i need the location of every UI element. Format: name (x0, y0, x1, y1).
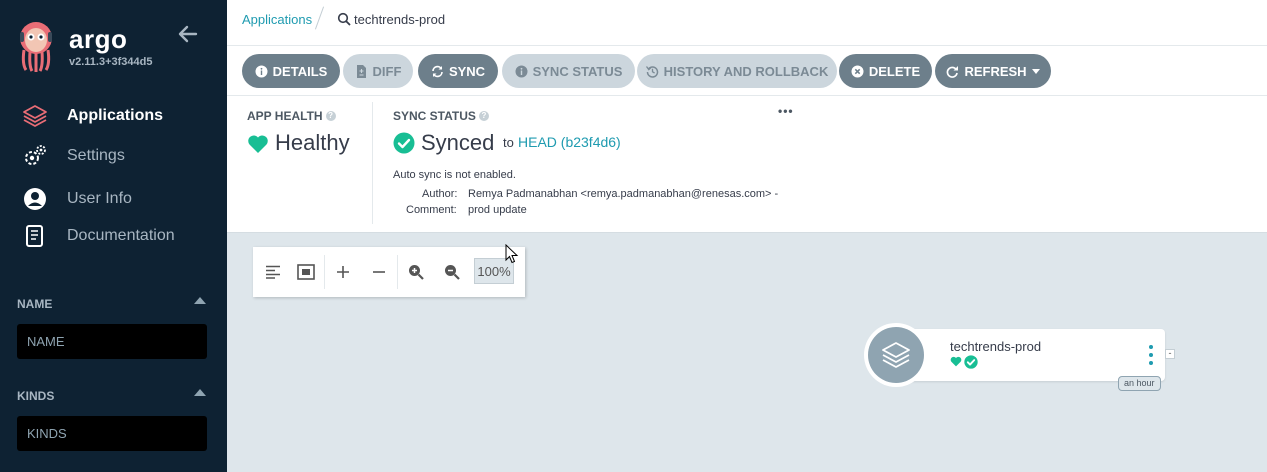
sidebar-item-applications[interactable]: Applications (0, 99, 227, 133)
details-button[interactable]: DETAILS (242, 54, 340, 88)
sync-status-button[interactable]: SYNC STATUS (502, 54, 635, 88)
times-circle-icon (851, 65, 864, 78)
zoom-out-icon[interactable] (440, 260, 464, 284)
gears-icon (22, 143, 48, 169)
layers-icon (22, 103, 48, 129)
mouse-cursor-icon (505, 244, 519, 264)
auto-sync-text: Auto sync is not enabled. (393, 169, 516, 181)
expand-plus-icon[interactable] (331, 260, 355, 284)
sync-button[interactable]: SYNC (418, 54, 498, 88)
sidebar-item-label: Documentation (67, 227, 175, 244)
revision-link[interactable]: HEAD (b23f4d6) (518, 134, 621, 150)
arrow-left-icon[interactable] (176, 22, 200, 46)
sync-status-label: SYNC STATUS ? (393, 109, 489, 123)
redo-icon (946, 65, 959, 78)
filter-kinds-label: KINDS (17, 389, 55, 403)
caret-down-icon (1031, 68, 1040, 74)
breadcrumb-separator (314, 6, 325, 30)
fit-to-screen-icon[interactable] (294, 260, 318, 284)
info-icon (255, 65, 268, 78)
sync-button-label: SYNC (448, 63, 486, 79)
check-circle-icon (964, 355, 978, 369)
layers-icon (868, 327, 924, 383)
status-divider (372, 102, 373, 224)
delete-button[interactable]: DELETE (839, 54, 932, 88)
breadcrumb: Applications techtrends-prod (227, 0, 1267, 46)
refresh-button-label: REFRESH (964, 63, 1027, 79)
align-left-icon[interactable] (261, 260, 285, 284)
node-age-badge: an hour (1118, 376, 1161, 391)
app-health-label-text: APP HEALTH (247, 109, 323, 123)
diff-button[interactable]: DIFF (343, 54, 413, 88)
sidebar-item-settings[interactable]: Settings (0, 139, 227, 173)
to-text: to (503, 135, 514, 150)
brand-name: argo (69, 24, 128, 54)
kinds-filter-input[interactable] (17, 416, 207, 451)
history-and-rollback-button[interactable]: HISTORY AND ROLLBACK (637, 54, 837, 88)
app-node-name: techtrends-prod (950, 339, 1042, 354)
sync-status-button-label: SYNC STATUS (532, 63, 623, 79)
caret-up-icon[interactable] (194, 389, 206, 396)
help-icon[interactable]: ? (325, 111, 336, 121)
book-icon (22, 223, 48, 249)
sidebar: argo v2.11.3+3f344d5 Applications Settin… (0, 0, 227, 472)
sidebar-item-user-info[interactable]: User Info (0, 182, 227, 216)
name-filter-input[interactable] (17, 324, 207, 359)
argo-logo-icon[interactable] (16, 20, 56, 72)
heart-icon (950, 356, 962, 367)
node-menu-icon[interactable] (1146, 345, 1156, 365)
collapse-minus-icon[interactable] (367, 260, 391, 284)
app-status-panel: APP HEALTH ? Healthy SYNC STATUS ? Synce… (227, 96, 1267, 233)
details-button-label: DETAILS (272, 63, 328, 79)
more-options-icon[interactable]: ••• (778, 104, 794, 118)
sync-icon (431, 65, 444, 78)
info-icon (515, 65, 528, 78)
breadcrumb-current-app[interactable]: techtrends-prod (354, 12, 445, 27)
caret-up-icon[interactable] (194, 297, 206, 304)
file-diff-icon (355, 64, 368, 78)
diff-button-label: DIFF (372, 63, 402, 79)
filter-name-label: NAME (17, 297, 53, 311)
collapse-node-icon[interactable]: - (1165, 349, 1175, 359)
history-and-rollback-button-label: HISTORY AND ROLLBACK (663, 63, 829, 79)
toolbar-divider (397, 255, 398, 289)
delete-button-label: DELETE (868, 63, 921, 79)
sync-status-label-text: SYNC STATUS (393, 109, 476, 123)
app-health-label: APP HEALTH ? (247, 109, 336, 123)
sync-status-value: Synced (421, 130, 495, 155)
help-icon[interactable]: ? (478, 111, 489, 121)
author-label: Author: (422, 188, 458, 200)
app-node-circle[interactable] (864, 323, 928, 387)
app-node-card[interactable] (895, 329, 1165, 381)
refresh-button[interactable]: REFRESH (935, 54, 1051, 88)
graph-toolbar: 100% (253, 247, 525, 297)
sidebar-item-label: Settings (67, 147, 125, 164)
heart-icon (248, 135, 268, 153)
history-icon (645, 65, 659, 78)
breadcrumb-applications-link[interactable]: Applications (242, 12, 312, 27)
zoom-in-icon[interactable] (404, 260, 428, 284)
health-status-value: Healthy (275, 130, 350, 155)
sidebar-item-label: User Info (67, 190, 132, 207)
user-circle-icon (22, 186, 48, 212)
version-label: v2.11.3+3f344d5 (69, 56, 153, 68)
action-toolbar: DETAILS DIFF SYNC SYNC STATUS HISTORY AN… (227, 46, 1267, 96)
check-circle-icon (393, 132, 415, 154)
toolbar-divider (324, 255, 325, 289)
author-value: Remya Padmanabhan <remya.padmanabhan@ren… (468, 188, 779, 200)
sidebar-item-label: Applications (67, 107, 164, 124)
search-icon (337, 12, 351, 26)
comment-label: Comment: (406, 204, 457, 216)
sidebar-item-documentation[interactable]: Documentation (0, 219, 227, 253)
comment-value: prod update (468, 204, 527, 216)
